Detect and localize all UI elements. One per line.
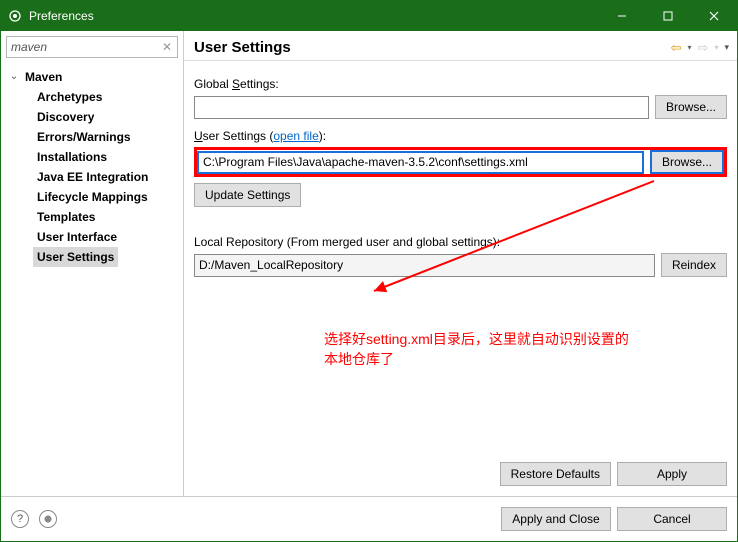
- settings-form: Global Settings: Browse... User Settings…: [184, 61, 737, 456]
- page-title: User Settings: [194, 39, 671, 56]
- tree-node-ui[interactable]: User Interface: [33, 227, 181, 247]
- close-button[interactable]: [691, 1, 737, 31]
- import-export-icon[interactable]: [39, 510, 57, 528]
- page-header: User Settings ⇦ ▾ ⇨ ▾ ▾: [184, 31, 737, 61]
- dialog-body: ✕ ⌄ Maven Archetypes Discovery Errors/Wa…: [1, 31, 737, 541]
- user-browse-button[interactable]: Browse...: [650, 150, 724, 174]
- global-browse-button[interactable]: Browse...: [655, 95, 727, 119]
- global-settings-label: Global Settings:: [194, 77, 727, 91]
- window-title: Preferences: [29, 9, 599, 23]
- update-settings-button[interactable]: Update Settings: [194, 183, 301, 207]
- app-icon: [7, 8, 23, 24]
- upper-area: ✕ ⌄ Maven Archetypes Discovery Errors/Wa…: [1, 31, 737, 497]
- annotation-text: 选择好setting.xml目录后，这里就自动识别设置的 本地仓库了: [324, 329, 704, 369]
- tree-node-installations[interactable]: Installations: [33, 147, 181, 167]
- apply-and-close-button[interactable]: Apply and Close: [501, 507, 611, 531]
- tree-node-errors[interactable]: Errors/Warnings: [33, 127, 181, 147]
- local-repo-input[interactable]: [194, 254, 655, 277]
- user-settings-row-highlight: Browse...: [194, 147, 727, 177]
- header-nav: ⇦ ▾ ⇨ ▾ ▾: [671, 40, 729, 56]
- page-buttons: Restore Defaults Apply: [184, 456, 737, 496]
- forward-icon[interactable]: ⇨: [698, 40, 709, 56]
- local-repo-label: Local Repository (From merged user and g…: [194, 235, 727, 249]
- reindex-button[interactable]: Reindex: [661, 253, 727, 277]
- maximize-button[interactable]: [645, 1, 691, 31]
- right-panel: User Settings ⇦ ▾ ⇨ ▾ ▾ Global Settings:…: [184, 31, 737, 496]
- tree-node-templates[interactable]: Templates: [33, 207, 181, 227]
- help-icon[interactable]: ?: [11, 510, 29, 528]
- filter-input[interactable]: [6, 36, 178, 58]
- back-menu-icon[interactable]: ▾: [688, 43, 692, 52]
- global-settings-input[interactable]: [194, 96, 649, 119]
- minimize-button[interactable]: [599, 1, 645, 31]
- user-settings-input[interactable]: [197, 151, 644, 174]
- open-file-link[interactable]: open file: [273, 129, 318, 143]
- titlebar: Preferences: [1, 1, 737, 31]
- tree-node-discovery[interactable]: Discovery: [33, 107, 181, 127]
- preferences-window: Preferences ✕ ⌄ Maven: [0, 0, 738, 542]
- back-icon[interactable]: ⇦: [671, 40, 682, 56]
- tree-node-archetypes[interactable]: Archetypes: [33, 87, 181, 107]
- menu-icon[interactable]: ▾: [724, 42, 729, 53]
- apply-button[interactable]: Apply: [617, 462, 727, 486]
- restore-defaults-button[interactable]: Restore Defaults: [500, 462, 611, 486]
- tree-label: Maven: [21, 67, 66, 87]
- left-panel: ✕ ⌄ Maven Archetypes Discovery Errors/Wa…: [1, 31, 184, 496]
- user-settings-label: User Settings (open file):: [194, 129, 727, 143]
- dialog-footer: ? Apply and Close Cancel: [1, 497, 737, 541]
- tree-node-maven[interactable]: ⌄ Maven: [7, 67, 181, 87]
- preferences-tree: ⌄ Maven Archetypes Discovery Errors/Warn…: [1, 63, 183, 269]
- tree-node-lifecycle[interactable]: Lifecycle Mappings: [33, 187, 181, 207]
- cancel-button[interactable]: Cancel: [617, 507, 727, 531]
- tree-node-javaee[interactable]: Java EE Integration: [33, 167, 181, 187]
- chevron-down-icon[interactable]: ⌄: [7, 68, 21, 86]
- clear-filter-icon[interactable]: ✕: [162, 40, 172, 54]
- forward-menu-icon[interactable]: ▾: [714, 43, 718, 52]
- tree-node-usersettings[interactable]: User Settings: [33, 247, 181, 267]
